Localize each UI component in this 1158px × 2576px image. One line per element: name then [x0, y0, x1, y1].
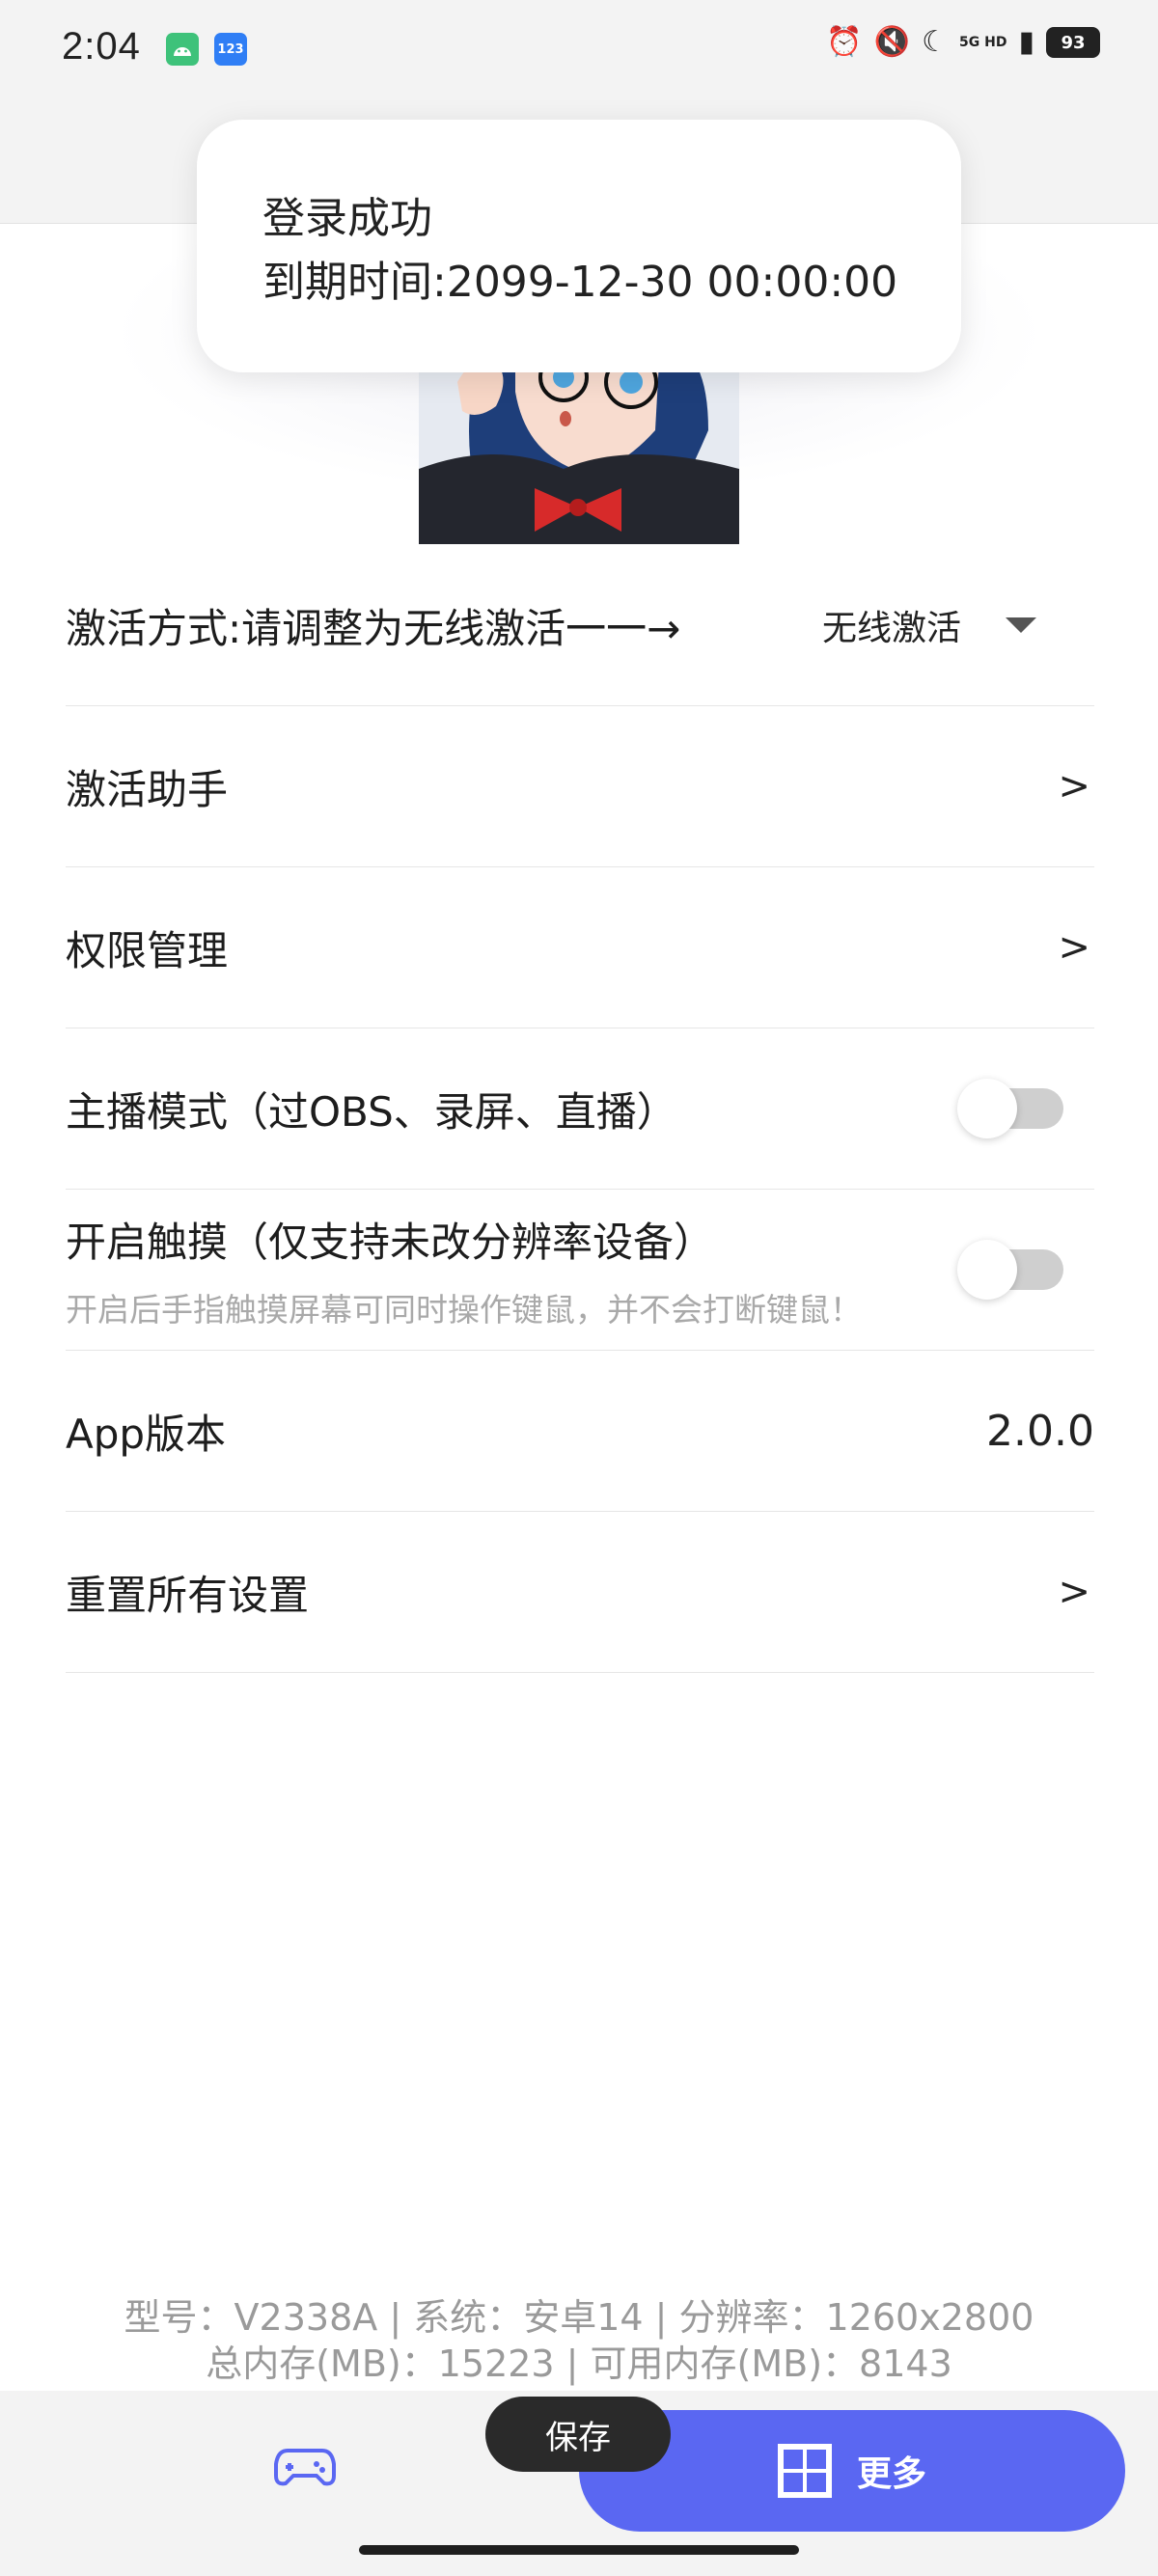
toast-expiry: 到期时间:2099-12-30 00:00:00 — [262, 258, 898, 307]
grid-icon — [777, 2444, 832, 2498]
more-label: 更多 — [856, 2454, 926, 2494]
chevron-right-icon: > — [1058, 925, 1090, 970]
settings-list: 激活方式:请调整为无线激活一一→ 无线激活 激活助手 > 权限管理 > 主播模式… — [66, 545, 1094, 1673]
app-version-value: 2.0.0 — [986, 1406, 1094, 1456]
save-button[interactable]: 保存 — [485, 2397, 671, 2472]
streamer-mode-toggle[interactable] — [957, 1079, 1063, 1138]
android-notification-icon — [166, 33, 199, 66]
status-time: 2:04 — [62, 25, 141, 68]
toggle-knob — [957, 1079, 1017, 1138]
touch-row: 开启触摸（仅支持未改分辨率设备） 开启后手指触摸屏幕可同时操作键鼠，并不会打断键… — [66, 1190, 1094, 1351]
streamer-mode-row: 主播模式（过OBS、录屏、直播） — [66, 1028, 1094, 1190]
app-version-row: App版本 2.0.0 — [66, 1351, 1094, 1512]
app-screen: 2:04 123 ⏰ 🔇 ☾ 5G HD ▮ 93 登录成功 到期时间:2099… — [0, 0, 1158, 2576]
touch-text: 开启触摸（仅支持未改分辨率设备） 开启后手指触摸屏幕可同时操作键鼠，并不会打断键… — [66, 1210, 862, 1330]
home-indicator[interactable] — [359, 2545, 799, 2555]
device-info-line2: 总内存(MB)：15223 | 可用内存(MB)：8143 — [206, 2343, 952, 2385]
device-info-line1: 型号：V2338A | 系统：安卓14 | 分辨率：1260x2800 — [124, 2296, 1034, 2339]
activation-mode-dropdown[interactable]: 无线激活 — [822, 600, 1036, 650]
app-version-label: App版本 — [66, 1410, 227, 1458]
battery-icon: 93 — [1046, 27, 1100, 58]
toast-title: 登录成功 — [262, 194, 432, 243]
activation-mode-label: 激活方式:请调整为无线激活一一→ — [66, 604, 681, 652]
touch-toggle[interactable] — [957, 1240, 1063, 1300]
mute-icon: 🔇 — [873, 25, 911, 59]
chevron-right-icon: > — [1058, 1570, 1090, 1614]
streamer-mode-label: 主播模式（过OBS、录屏、直播） — [66, 1087, 677, 1136]
touch-description: 开启后手指触摸屏幕可同时操作键鼠，并不会打断键鼠！ — [66, 1290, 862, 1329]
reset-settings-label: 重置所有设置 — [66, 1571, 310, 1619]
permissions-row[interactable]: 权限管理 > — [66, 867, 1094, 1028]
activation-helper-row[interactable]: 激活助手 > — [66, 706, 1094, 867]
activation-mode-row: 激活方式:请调整为无线激活一一→ 无线激活 — [66, 545, 1094, 706]
device-info: 型号：V2338A | 系统：安卓14 | 分辨率：1260x2800 总内存(… — [0, 2294, 1158, 2387]
chevron-right-icon: > — [1058, 764, 1090, 808]
activation-mode-value: 无线激活 — [821, 609, 961, 648]
alarm-icon: ⏰ — [826, 25, 863, 59]
reset-settings-row[interactable]: 重置所有设置 > — [66, 1512, 1094, 1673]
status-icons: ⏰ 🔇 ☾ 5G HD ▮ 93 — [826, 27, 1100, 58]
anime-avatar-image — [419, 353, 739, 544]
caret-down-icon — [1006, 617, 1036, 633]
touch-label: 开启触摸（仅支持未改分辨率设备） — [66, 1218, 715, 1266]
toggle-knob — [957, 1240, 1017, 1300]
signal-icon: ▮ — [1018, 25, 1034, 59]
keyboard-123-icon: 123 — [214, 33, 247, 66]
activation-helper-label: 激活助手 — [66, 765, 229, 813]
permissions-label: 权限管理 — [66, 926, 229, 974]
login-success-toast: 登录成功 到期时间:2099-12-30 00:00:00 — [197, 120, 961, 372]
gamepad-icon[interactable] — [274, 2445, 336, 2487]
network-badge: 5G HD — [959, 34, 1007, 50]
moon-icon: ☾ — [922, 25, 949, 59]
